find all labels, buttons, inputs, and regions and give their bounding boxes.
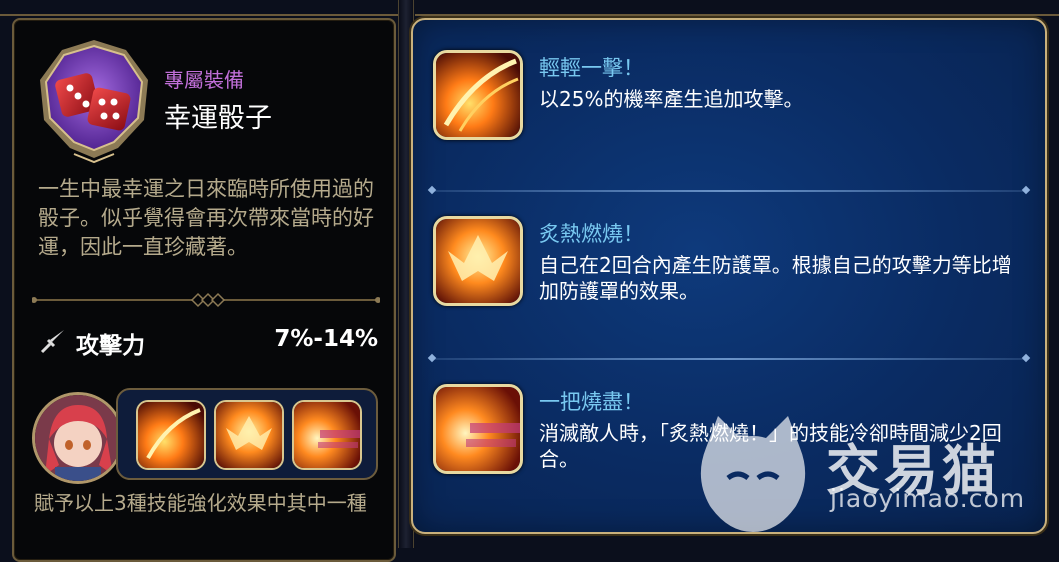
skill-options-note: 賦予以上3種技能強化效果中其中一種 xyxy=(34,491,367,515)
equipment-panel: 專屬裝備 幸運骰子 一生中最幸運之日來臨時所使用過的骰子。似乎覺得會再次帶來當時… xyxy=(12,18,396,562)
top-frame-right xyxy=(415,0,1059,16)
watermark-url: jiaoyimao.com xyxy=(830,484,1026,513)
skill-description: 以25%的機率產生追加攻擊。 xyxy=(539,87,804,111)
flame-slash-icon xyxy=(433,50,523,140)
character-avatar[interactable] xyxy=(32,392,124,484)
skill-name: 炙熱燃燒！ xyxy=(539,222,644,246)
skill-name: 輕輕一擊！ xyxy=(539,56,644,80)
skill-name: 一把燒盡！ xyxy=(539,390,644,414)
dice-icon xyxy=(34,36,154,166)
skill-description: 自己在2回合內產生防護罩。根據自己的攻擊力等比增加防護罩的效果。 xyxy=(539,253,1012,303)
skill-entry-1: 輕輕一擊！ 以25%的機率產生追加攻擊。 xyxy=(433,46,1033,156)
item-category-label: 專屬裝備 xyxy=(164,68,244,92)
attack-stat-row: 攻擊力 7%-14% xyxy=(34,320,378,360)
stat-value: 7%-14% xyxy=(274,326,378,352)
skill-separator xyxy=(427,353,1031,363)
skill-options-tray xyxy=(116,388,378,480)
ornament-divider xyxy=(31,292,381,308)
item-description: 一生中最幸運之日來臨時所使用過的骰子。似乎覺得會再次帶來當時的好運，因此一直珍藏… xyxy=(38,177,374,259)
skill-entry-2: 炙熱燃燒！ 自己在2回合內產生防護罩。根據自己的攻擊力等比增加防護罩的效果。 xyxy=(433,212,1033,322)
top-frame-left xyxy=(0,0,400,16)
item-name: 幸運骰子 xyxy=(164,103,272,134)
stat-label: 攻擊力 xyxy=(76,333,145,359)
flame-slash-icon[interactable] xyxy=(136,400,206,470)
sword-icon xyxy=(38,326,68,360)
fire-burst-icon[interactable] xyxy=(292,400,362,470)
phoenix-flame-icon xyxy=(433,216,523,306)
phoenix-flame-icon[interactable] xyxy=(214,400,284,470)
fire-burst-icon xyxy=(433,384,523,474)
watermark-cat-logo xyxy=(688,408,818,538)
skill-separator xyxy=(427,185,1031,195)
